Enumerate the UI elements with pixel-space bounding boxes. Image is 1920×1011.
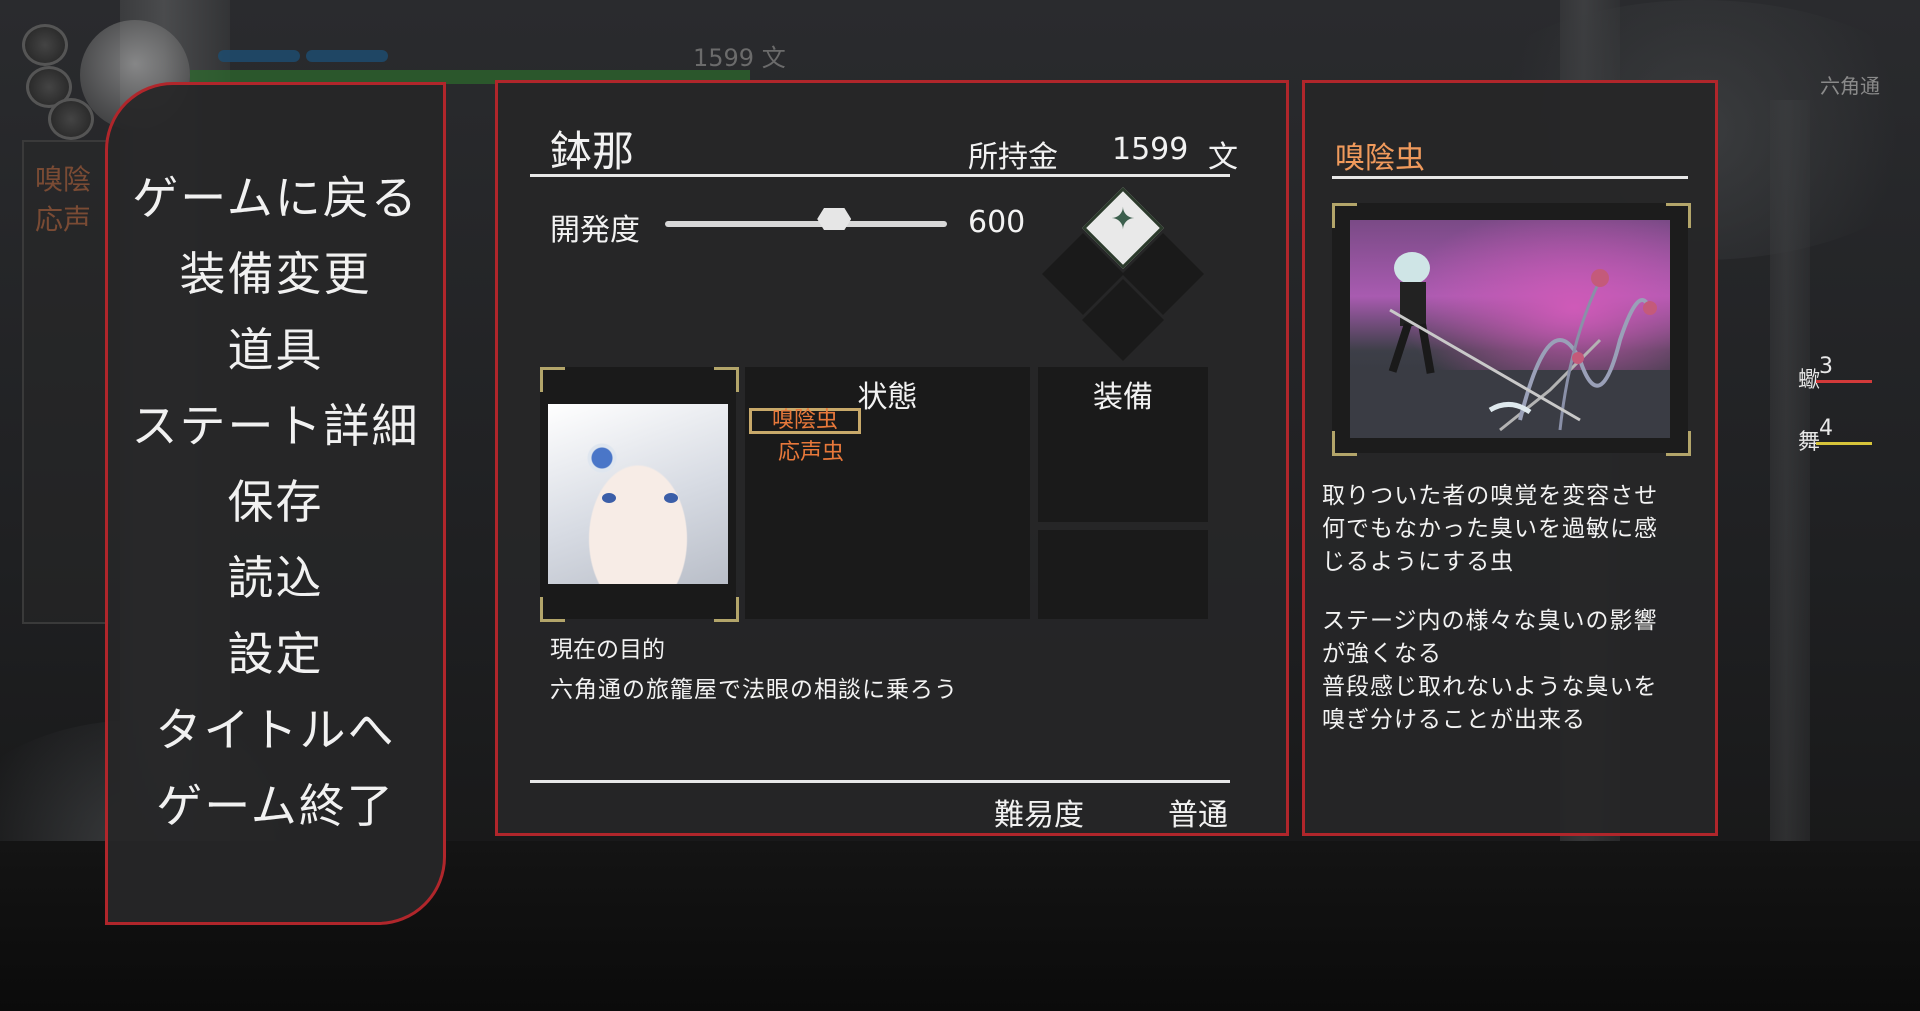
hud-stat-value: 3	[1819, 354, 1833, 379]
state-item[interactable]: 応声虫	[778, 434, 844, 466]
detail-divider	[1332, 176, 1688, 179]
menu-item-title[interactable]: タイトルへ	[105, 694, 446, 760]
equipment-slot[interactable]	[1038, 530, 1208, 619]
header-divider	[530, 174, 1230, 177]
detail-line: 取りついた者の嗅覚を変容させ	[1322, 483, 1659, 509]
menu-item-load[interactable]: 読込	[105, 542, 446, 608]
detail-line: ステージ内の様々な臭いの影響	[1322, 608, 1658, 634]
development-label: 開発度	[550, 213, 640, 248]
hud-stat-value: 4	[1819, 416, 1833, 441]
state-item-selected[interactable]: 嗅陰虫	[749, 408, 862, 434]
menu-item-quit[interactable]: ゲーム終了	[105, 770, 446, 836]
goal-text: 六角通の旅籠屋で法眼の相談に乗ろう	[550, 677, 958, 703]
hud-skill-orb	[22, 24, 68, 66]
detail-line: 普段感じ取れないような臭いを	[1322, 674, 1658, 700]
hud-health-bar	[306, 50, 388, 62]
detail-line: が強くなる	[1322, 641, 1442, 667]
hud-area-name: 六角通	[1820, 74, 1880, 98]
portrait-eye	[664, 493, 678, 503]
money-value: 1599	[1112, 132, 1189, 167]
frame-corner	[714, 367, 739, 392]
hud-health-bar	[218, 50, 300, 62]
development-slider	[665, 221, 947, 227]
menu-item-items[interactable]: 道具	[105, 314, 446, 380]
menu-item-settings[interactable]: 設定	[105, 618, 446, 684]
detail-line: 何でもなかった臭いを過敏に感	[1322, 516, 1658, 542]
hud-stat-bar	[1816, 442, 1872, 445]
detail-line: じるようにする虫	[1322, 549, 1515, 575]
frame-corner	[714, 597, 739, 622]
hud-stat-bar	[1816, 380, 1872, 383]
wind-crest-icon: ✦	[1110, 202, 1136, 237]
hud-stat-label: 舞	[1797, 430, 1820, 455]
detail-illustration	[1350, 220, 1670, 438]
detail-description-2: ステージ内の様々な臭いの影響 が強くなる 普段感じ取れないような臭いを 嗅ぎ分け…	[1322, 605, 1692, 737]
hud-money: 1599 文	[693, 44, 786, 72]
character-portrait	[548, 404, 728, 584]
hud-skill-orb	[48, 98, 94, 140]
menu-item-save[interactable]: 保存	[105, 466, 446, 532]
portrait-eye	[602, 493, 616, 503]
footer-divider	[530, 780, 1230, 783]
menu-item-equipment[interactable]: 装備変更	[105, 238, 446, 304]
detail-description-1: 取りついた者の嗅覚を変容させ 何でもなかった臭いを過敏に感 じるようにする虫	[1322, 480, 1692, 579]
hud-status-text: 嗅陰	[35, 163, 92, 196]
menu-item-state-details[interactable]: ステート詳細	[105, 390, 446, 456]
difficulty-value: 普通	[1168, 798, 1228, 833]
detail-line: 嗅ぎ分けることが出来る	[1322, 707, 1586, 733]
frame-corner	[540, 597, 565, 622]
money-unit: 文	[1208, 140, 1238, 175]
menu-item-return-game[interactable]: ゲームに戻る	[105, 162, 446, 228]
character-name: 鉢那	[550, 127, 635, 176]
hud-stat-label: 蠍	[1797, 368, 1820, 393]
hud-status-text: 応声	[35, 203, 92, 236]
goal-label: 現在の目的	[550, 637, 665, 663]
difficulty-label: 難易度	[994, 798, 1084, 833]
detail-scene-art	[1350, 252, 1670, 438]
development-slider-knob	[817, 208, 852, 230]
equipment-header: 装備	[1093, 380, 1153, 415]
development-value: 600	[968, 205, 1026, 240]
frame-corner	[540, 367, 565, 392]
detail-title: 嗅陰虫	[1335, 141, 1425, 176]
money-label: 所持金	[968, 140, 1058, 175]
